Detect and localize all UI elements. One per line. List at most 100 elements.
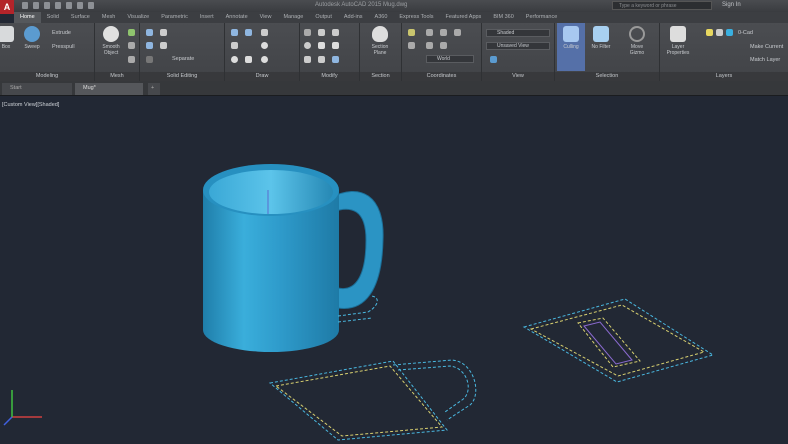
move-icon[interactable] [304,29,311,36]
mesh-icon[interactable] [128,56,135,63]
panel-label: Solid Editing [140,72,224,81]
stretch-icon[interactable] [304,56,311,63]
sign-in-button[interactable]: Sign In [722,2,741,8]
circle-icon[interactable] [261,42,268,49]
panel-draw: Draw [225,23,300,81]
interfere-icon[interactable] [146,56,153,63]
search-input[interactable]: Type a keyword or phrase [612,1,712,10]
tab-express-tools[interactable]: Express Tools [393,12,439,23]
redo-icon[interactable] [88,2,94,9]
application-menu-button[interactable]: A [0,0,14,14]
presspull-button[interactable]: Presspull [52,44,75,50]
ucs-x-icon[interactable] [426,29,433,36]
mirror-icon[interactable] [332,42,339,49]
mesh-icon[interactable] [128,29,135,36]
viewport-icon[interactable] [490,56,497,63]
arc-icon[interactable] [261,29,268,36]
panel-label: Selection [555,72,659,81]
tab-parametric[interactable]: Parametric [155,12,194,23]
label: Sweep [24,44,40,50]
ucs-z-icon[interactable] [454,29,461,36]
tab-annotate[interactable]: Annotate [220,12,254,23]
box-button[interactable]: Box [0,26,20,50]
tab-output[interactable]: Output [309,12,338,23]
new-tab-button[interactable]: + [148,83,160,95]
sweep-icon [24,26,40,42]
array-icon[interactable] [332,56,339,63]
layer-properties-icon [670,26,686,42]
union-icon[interactable] [146,29,153,36]
viewport-controls-label[interactable]: [Custom View][Shaded] [2,102,59,108]
rotate-icon[interactable] [318,29,325,36]
tab-a360[interactable]: A360 [369,12,394,23]
tab-insert[interactable]: Insert [194,12,220,23]
layer-on-icon[interactable] [706,29,713,36]
ucs-origin-icon[interactable] [408,42,415,49]
ucs-3point-icon[interactable] [426,42,433,49]
tab-home[interactable]: Home [14,12,41,23]
label: Layer Properties [666,44,690,56]
tab-performance[interactable]: Performance [520,12,564,23]
tab-featured-apps[interactable]: Featured Apps [440,12,488,23]
ellipse-icon[interactable] [261,56,268,63]
open-icon[interactable] [33,2,39,9]
polyline-icon[interactable] [245,29,252,36]
named-view-dropdown[interactable]: Unsaved View [486,42,550,50]
culling-button[interactable]: Culling [557,23,585,71]
fillet-icon[interactable] [304,42,311,49]
ucs-view-icon[interactable] [440,42,447,49]
title-bar: A Autodesk AutoCAD 2015 Mug.dwg Type a k… [0,0,788,14]
sphere-icon[interactable] [231,56,238,63]
ribbon-tabs: Home Solid Surface Mesh Visualize Parametric I… [14,12,788,23]
drawing-viewport[interactable] [0,97,788,444]
tab-surface[interactable]: Surface [65,12,96,23]
tab-mug[interactable]: Mug* [75,83,143,95]
slice-icon[interactable] [160,42,167,49]
line-icon[interactable] [231,29,238,36]
ucs-dropdown[interactable]: World [426,55,474,63]
culling-icon [563,26,579,42]
tab-visualize[interactable]: Visualize [121,12,155,23]
no-filter-button[interactable]: No Filter [587,26,615,50]
intersect-icon[interactable] [146,42,153,49]
extrude-button[interactable]: Extrude [52,30,71,36]
save-icon[interactable] [44,2,50,9]
tab-solid[interactable]: Solid [41,12,65,23]
label: Culling [563,44,579,50]
match-layer-button[interactable]: Match Layer [750,57,780,63]
section-plane-button[interactable]: Section Plane [366,26,394,56]
visual-style-dropdown[interactable]: Shaded [486,29,550,37]
layer-properties-button[interactable]: Layer Properties [662,26,694,56]
quick-access-toolbar [22,2,94,9]
current-layer-dropdown[interactable]: 0-Cad [738,30,753,36]
panel-modify: Modify [300,23,360,81]
label: Smooth Object [102,44,120,56]
layer-color-icon[interactable] [726,29,733,36]
mesh-icon[interactable] [128,42,135,49]
sweep-button[interactable]: Sweep [18,26,46,50]
subtract-icon[interactable] [160,29,167,36]
undo-icon[interactable] [77,2,83,9]
trim-icon[interactable] [332,29,339,36]
tab-mesh[interactable]: Mesh [96,12,121,23]
layer-freeze-icon[interactable] [716,29,723,36]
ucs-y-icon[interactable] [440,29,447,36]
move-gizmo-button[interactable]: Move Gizmo [623,26,651,56]
tab-bim-360[interactable]: BIM 360 [487,12,519,23]
ucs-icon[interactable] [408,29,415,36]
panel-modeling: Box Sweep Extrude Presspull Modeling [0,23,95,81]
print-icon[interactable] [66,2,72,9]
tab-start[interactable]: Start [2,83,72,95]
save-as-icon[interactable] [55,2,61,9]
smooth-object-button[interactable]: Smooth Object [97,26,125,56]
scale-icon[interactable] [318,56,325,63]
make-current-button[interactable]: Make Current [750,44,783,50]
copy-icon[interactable] [318,42,325,49]
separate-button[interactable]: Separate [172,56,194,62]
tab-manage[interactable]: Manage [277,12,309,23]
tab-add-ins[interactable]: Add-ins [338,12,369,23]
spline-icon[interactable] [231,42,238,49]
new-icon[interactable] [22,2,28,9]
rectangle-icon[interactable] [245,56,252,63]
tab-view[interactable]: View [254,12,278,23]
